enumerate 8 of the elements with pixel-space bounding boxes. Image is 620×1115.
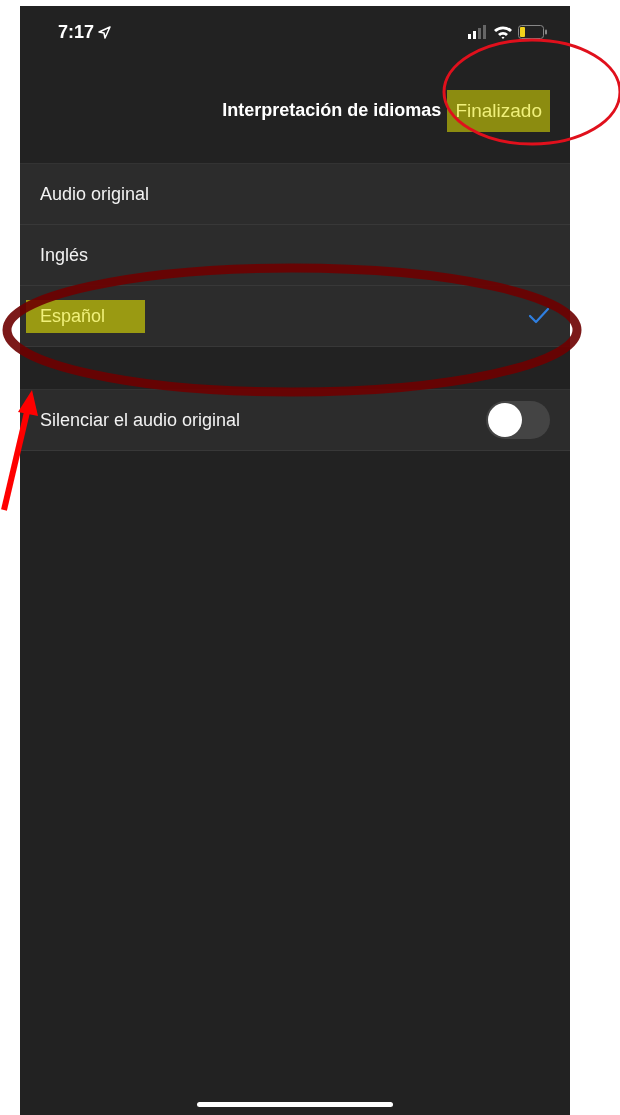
- option-label: Español: [26, 299, 146, 333]
- option-label: Audio original: [40, 182, 150, 206]
- language-option[interactable]: Audio original: [20, 164, 570, 225]
- status-time: 7:17: [58, 21, 95, 43]
- language-option[interactable]: Inglés: [20, 225, 570, 286]
- mute-label: Silenciar el audio original: [40, 408, 241, 432]
- option-label: Inglés: [40, 243, 89, 267]
- screen-title: Interpretación de idiomas: [222, 100, 442, 121]
